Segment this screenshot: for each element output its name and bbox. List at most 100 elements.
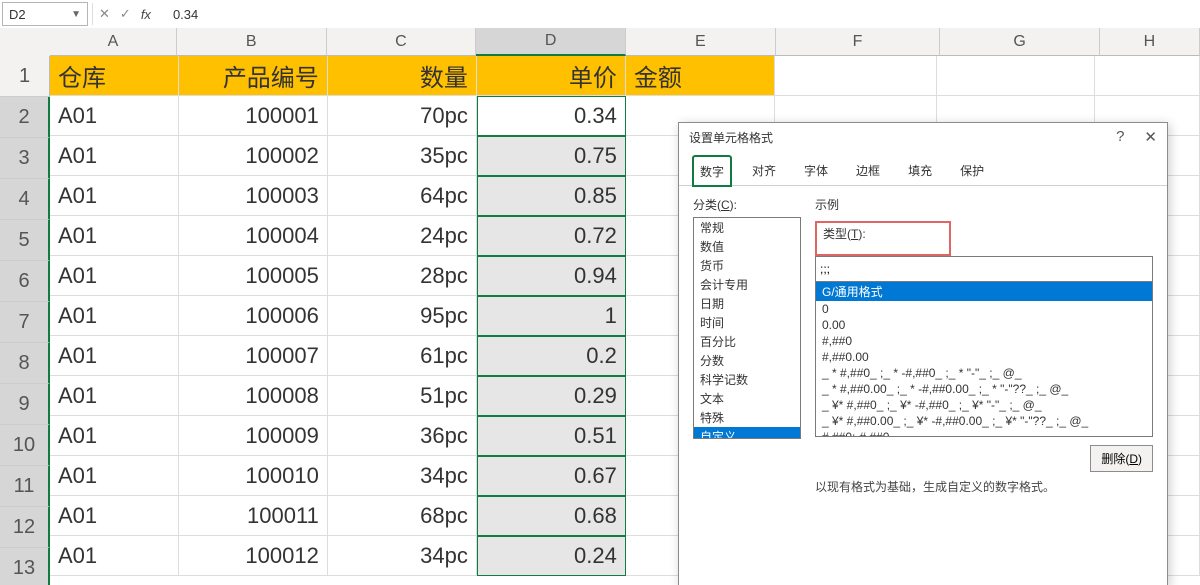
row-header[interactable]: 3 [0, 138, 50, 179]
row-header[interactable]: 10 [0, 425, 50, 466]
cell[interactable]: 64pc [328, 176, 477, 216]
category-item[interactable]: 常规 [694, 218, 800, 237]
cell[interactable]: 100006 [179, 296, 328, 336]
delete-button[interactable]: 删除(D) [1090, 445, 1153, 472]
row-header[interactable]: 12 [0, 507, 50, 548]
cell[interactable]: 仓库 [50, 56, 179, 96]
category-item[interactable]: 文本 [694, 389, 800, 408]
cell[interactable]: 0.85 [477, 176, 626, 216]
cell[interactable]: 100005 [179, 256, 328, 296]
confirm-icon[interactable]: ✓ [120, 6, 131, 22]
cell[interactable]: 100010 [179, 456, 328, 496]
cell[interactable]: 34pc [328, 456, 477, 496]
cell[interactable]: 100001 [179, 96, 328, 136]
cell[interactable]: 100007 [179, 336, 328, 376]
category-item[interactable]: 特殊 [694, 408, 800, 427]
cell[interactable]: 28pc [328, 256, 477, 296]
help-icon[interactable]: ? [1116, 128, 1124, 146]
format-list[interactable]: G/通用格式00.00#,##0#,##0.00_ * #,##0_ ;_ * … [815, 282, 1153, 437]
category-item[interactable]: 科学记数 [694, 370, 800, 389]
row-header[interactable]: 4 [0, 179, 50, 220]
cell[interactable]: 24pc [328, 216, 477, 256]
col-header-C[interactable]: C [327, 28, 477, 56]
dialog-tab[interactable]: 边框 [849, 155, 887, 185]
cell[interactable]: 35pc [328, 136, 477, 176]
row-header[interactable]: 7 [0, 302, 50, 343]
cell[interactable]: 70pc [328, 96, 477, 136]
cell[interactable]: 51pc [328, 376, 477, 416]
cell[interactable]: 100004 [179, 216, 328, 256]
fx-icon[interactable]: fx [141, 7, 151, 22]
cell[interactable]: A01 [50, 416, 179, 456]
cell[interactable]: 1 [477, 296, 626, 336]
category-list[interactable]: 常规数值货币会计专用日期时间百分比分数科学记数文本特殊自定义 [693, 217, 801, 439]
col-header-B[interactable]: B [177, 28, 327, 56]
cell[interactable]: 0.51 [477, 416, 626, 456]
category-item[interactable]: 自定义 [694, 427, 800, 439]
dialog-tab[interactable]: 对齐 [745, 155, 783, 185]
cell[interactable]: 34pc [328, 536, 477, 576]
format-item[interactable]: #,##0 [816, 333, 1152, 349]
cell[interactable]: 100009 [179, 416, 328, 456]
dialog-tab[interactable]: 保护 [953, 155, 991, 185]
dialog-tab[interactable]: 字体 [797, 155, 835, 185]
cell[interactable]: 0.67 [477, 456, 626, 496]
cell[interactable]: 68pc [328, 496, 477, 536]
formula-value[interactable]: 0.34 [173, 7, 198, 22]
cell[interactable]: 0.2 [477, 336, 626, 376]
cell[interactable]: 0.75 [477, 136, 626, 176]
category-item[interactable]: 百分比 [694, 332, 800, 351]
cell[interactable]: A01 [50, 176, 179, 216]
cell[interactable] [1095, 56, 1200, 96]
close-icon[interactable]: ✕ [1144, 128, 1157, 146]
cell[interactable]: 金额 [626, 56, 775, 96]
row-header[interactable]: 11 [0, 466, 50, 507]
cell[interactable]: 100011 [179, 496, 328, 536]
cell[interactable]: 0.68 [477, 496, 626, 536]
row-header[interactable]: 1 [0, 56, 50, 97]
category-item[interactable]: 货币 [694, 256, 800, 275]
cell[interactable] [775, 56, 937, 96]
cell[interactable]: 产品编号 [179, 56, 328, 96]
col-header-E[interactable]: E [626, 28, 776, 56]
format-item[interactable]: #,##0;-#,##0 [816, 429, 1152, 437]
cell[interactable]: 36pc [328, 416, 477, 456]
row-header[interactable]: 9 [0, 384, 50, 425]
cell[interactable]: 0.34 [477, 96, 626, 136]
row-header[interactable]: 5 [0, 220, 50, 261]
category-item[interactable]: 数值 [694, 237, 800, 256]
cell[interactable]: 100008 [179, 376, 328, 416]
cell[interactable]: 100012 [179, 536, 328, 576]
cell[interactable]: 数量 [328, 56, 477, 96]
row-header[interactable]: 13 [0, 548, 50, 585]
category-item[interactable]: 时间 [694, 313, 800, 332]
chevron-down-icon[interactable]: ▼ [71, 9, 81, 20]
select-all-corner[interactable] [0, 28, 51, 57]
row-header[interactable]: 6 [0, 261, 50, 302]
cancel-icon[interactable]: ✕ [99, 6, 110, 22]
dialog-tab[interactable]: 数字 [693, 156, 731, 186]
cell[interactable]: 100002 [179, 136, 328, 176]
format-item[interactable]: _ ¥* #,##0.00_ ;_ ¥* -#,##0.00_ ;_ ¥* "-… [816, 413, 1152, 429]
cell[interactable] [937, 56, 1095, 96]
cell[interactable]: A01 [50, 376, 179, 416]
col-header-G[interactable]: G [940, 28, 1100, 56]
format-item[interactable]: _ ¥* #,##0_ ;_ ¥* -#,##0_ ;_ ¥* "-"_ ;_ … [816, 397, 1152, 413]
name-box[interactable]: D2 ▼ [2, 2, 88, 26]
cell[interactable]: A01 [50, 536, 179, 576]
format-item[interactable]: 0.00 [816, 317, 1152, 333]
cell[interactable]: 0.94 [477, 256, 626, 296]
cell[interactable]: A01 [50, 96, 179, 136]
cell[interactable]: 61pc [328, 336, 477, 376]
format-item[interactable]: #,##0.00 [816, 349, 1152, 365]
row-header[interactable]: 2 [0, 97, 50, 138]
col-header-F[interactable]: F [776, 28, 941, 56]
category-item[interactable]: 分数 [694, 351, 800, 370]
cell[interactable]: A01 [50, 336, 179, 376]
format-item[interactable]: _ * #,##0.00_ ;_ * -#,##0.00_ ;_ * "-"??… [816, 381, 1152, 397]
cell[interactable]: 0.24 [477, 536, 626, 576]
col-header-A[interactable]: A [50, 28, 177, 56]
format-item[interactable]: 0 [816, 301, 1152, 317]
category-item[interactable]: 会计专用 [694, 275, 800, 294]
category-item[interactable]: 日期 [694, 294, 800, 313]
